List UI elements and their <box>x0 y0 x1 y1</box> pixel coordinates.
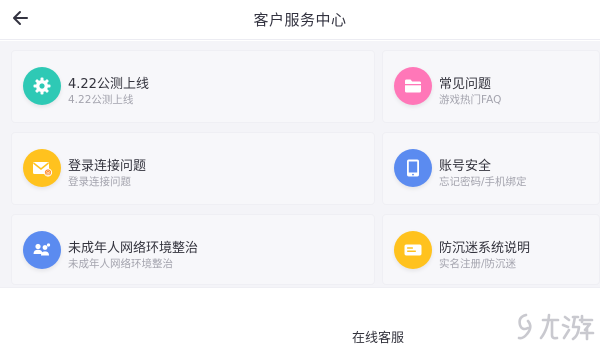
folder-icon <box>394 67 432 105</box>
card-subtitle: 登录连接问题 <box>68 176 131 188</box>
card-title: 账号安全 <box>439 159 492 174</box>
card-subtitle: 忘记密码/手机绑定 <box>439 176 527 188</box>
id-card-icon <box>394 231 432 269</box>
mail-icon: @ <box>23 149 61 187</box>
card-subtitle: 未成年人网络环境整治 <box>68 258 173 270</box>
service-grid: 4.22公测上线 4.22公测上线 常见问题 游戏热门FAQ @ 登录连接问题 … <box>0 41 600 287</box>
card-faq[interactable]: 常见问题 游戏热门FAQ <box>382 50 600 123</box>
card-subtitle: 实名注册/防沉迷 <box>439 258 517 270</box>
card-title: 常见问题 <box>439 77 492 92</box>
page-title: 客户服务中心 <box>253 11 347 29</box>
card-account-security[interactable]: 账号安全 忘记密码/手机绑定 <box>382 132 600 205</box>
svg-text:@: @ <box>46 170 51 176</box>
tablet-icon <box>394 149 432 187</box>
card-login-issues[interactable]: @ 登录连接问题 登录连接问题 <box>11 132 375 205</box>
card-title: 防沉迷系统说明 <box>439 241 531 256</box>
jiuyou-logo <box>517 313 595 341</box>
header-bar: 客户服务中心 <box>0 0 600 40</box>
card-title: 未成年人网络环境整治 <box>68 241 199 256</box>
online-service-button[interactable]: 在线客服 <box>352 327 404 346</box>
card-title: 4.22公测上线 <box>68 77 149 92</box>
card-anti-addiction[interactable]: 防沉迷系统说明 实名注册/防沉迷 <box>382 214 600 285</box>
card-subtitle: 4.22公测上线 <box>68 94 134 106</box>
people-icon <box>23 231 61 269</box>
card-title: 登录连接问题 <box>68 159 147 174</box>
card-minor-protection[interactable]: 未成年人网络环境整治 未成年人网络环境整治 <box>11 214 375 285</box>
card-subtitle: 游戏热门FAQ <box>439 94 502 106</box>
card-public-test[interactable]: 4.22公测上线 4.22公测上线 <box>11 50 375 123</box>
gear-icon <box>23 67 61 105</box>
footer-bar: 在线客服 <box>0 287 600 350</box>
divider <box>0 287 600 288</box>
